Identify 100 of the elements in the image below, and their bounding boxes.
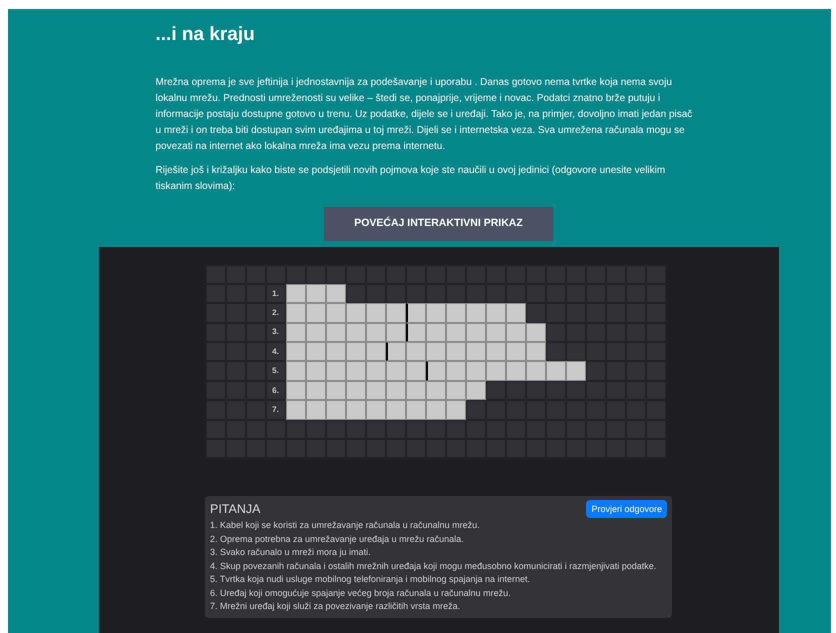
letter-input[interactable] bbox=[326, 380, 346, 400]
blocked-cell bbox=[266, 264, 286, 284]
letter-input[interactable] bbox=[426, 322, 446, 342]
blocked-cell bbox=[326, 264, 346, 284]
enlarge-button[interactable]: POVEĆAJ INTERAKTIVNI PRIKAZ bbox=[324, 206, 553, 240]
question-text: 7. Mrežni uređaj koji služi za povezivanje različitih vrsta mreža. bbox=[210, 600, 462, 614]
body-paragraph: Mrežna oprema je sve jeftinija i jednostavnija za podešavanje i uporabu . Danas gotovo nema tvrtke koja nema svoju lokalnu mrežu. Prednosti umreženosti su velike – štedi se, ponajprije, vrijeme i novac. Podatci znatno brže putuju i informacije postaju dostupne gotovo u trenu. Uz podatke, dijele se i uređaji. Tako je, na primjer, dovoljno imati jedan pisač u mreži i on treba biti dostupan svim uređajima u toj mreži. Dijeli se i internetska veza. Sva umrežena računala mogu se povezati na internet ako lokalna mreža ima vezu prema internetu. bbox=[156, 76, 694, 154]
letter-input[interactable] bbox=[366, 380, 386, 400]
blocked-cell bbox=[546, 303, 566, 323]
letter-input[interactable] bbox=[386, 322, 406, 342]
body-paragraph: Riješite još i križaljku kako biste se podsjetili novih pojmova koje ste naučili u ovoj jedinici (odgovore unesite velikim tiskanim slovima): bbox=[156, 164, 666, 194]
letter-input[interactable] bbox=[406, 380, 426, 400]
letter-input[interactable] bbox=[326, 400, 346, 420]
blocked-cell bbox=[546, 322, 566, 342]
letter-input[interactable] bbox=[506, 322, 526, 342]
blocked-cell bbox=[286, 420, 306, 440]
blocked-cell bbox=[546, 342, 566, 362]
letter-input[interactable] bbox=[526, 322, 546, 342]
clue-number: 2. bbox=[266, 303, 286, 323]
letter-input[interactable] bbox=[306, 322, 326, 342]
letter-input[interactable] bbox=[286, 284, 306, 304]
blocked-cell bbox=[426, 284, 446, 304]
letter-input[interactable] bbox=[306, 284, 326, 304]
letter-input[interactable] bbox=[386, 361, 406, 381]
letter-input[interactable] bbox=[286, 400, 306, 420]
letter-input[interactable] bbox=[366, 361, 386, 381]
letter-input[interactable] bbox=[406, 342, 426, 362]
letter-input[interactable] bbox=[326, 342, 346, 362]
letter-input[interactable] bbox=[306, 361, 326, 381]
letter-input[interactable] bbox=[386, 400, 406, 420]
letter-input[interactable] bbox=[406, 361, 426, 381]
blocked-cell bbox=[266, 420, 286, 440]
letter-input[interactable] bbox=[286, 303, 306, 323]
blocked-cell bbox=[566, 342, 586, 362]
letter-input[interactable] bbox=[386, 303, 406, 323]
letter-input[interactable] bbox=[506, 361, 526, 381]
letter-input[interactable] bbox=[466, 342, 486, 362]
letter-input[interactable] bbox=[366, 342, 386, 362]
letter-input[interactable] bbox=[286, 322, 306, 342]
letter-input[interactable] bbox=[426, 380, 446, 400]
letter-input[interactable] bbox=[326, 322, 346, 342]
blocked-cell bbox=[506, 380, 526, 400]
letter-input[interactable] bbox=[486, 303, 506, 323]
letter-input[interactable] bbox=[466, 361, 486, 381]
letter-input[interactable] bbox=[286, 380, 306, 400]
letter-input[interactable] bbox=[346, 361, 366, 381]
clue-number: 1. bbox=[266, 284, 286, 304]
blocked-cell bbox=[586, 342, 606, 362]
letter-input[interactable] bbox=[446, 380, 466, 400]
letter-input[interactable] bbox=[346, 380, 366, 400]
clue-number: 5. bbox=[266, 361, 286, 381]
letter-input[interactable] bbox=[426, 400, 446, 420]
letter-input[interactable] bbox=[466, 380, 486, 400]
letter-input[interactable] bbox=[446, 361, 466, 381]
letter-input[interactable] bbox=[466, 322, 486, 342]
blocked-cell bbox=[586, 380, 606, 400]
letter-input[interactable] bbox=[466, 303, 486, 323]
blocked-cell bbox=[306, 420, 326, 440]
letter-input[interactable] bbox=[486, 361, 506, 381]
letter-input[interactable] bbox=[346, 322, 366, 342]
letter-input[interactable] bbox=[306, 342, 326, 362]
letter-input[interactable] bbox=[326, 361, 346, 381]
letter-input[interactable] bbox=[306, 380, 326, 400]
letter-input[interactable] bbox=[426, 342, 446, 362]
letter-input[interactable] bbox=[306, 303, 326, 323]
letter-input[interactable] bbox=[526, 361, 546, 381]
letter-input[interactable] bbox=[346, 303, 366, 323]
letter-input[interactable] bbox=[446, 322, 466, 342]
letter-input[interactable] bbox=[286, 361, 306, 381]
letter-input[interactable] bbox=[366, 322, 386, 342]
letter-input[interactable] bbox=[446, 400, 466, 420]
blocked-cell bbox=[526, 284, 546, 304]
letter-input[interactable] bbox=[546, 361, 566, 381]
letter-input[interactable] bbox=[506, 342, 526, 362]
letter-input[interactable] bbox=[306, 400, 326, 420]
letter-input[interactable] bbox=[406, 400, 426, 420]
letter-input[interactable] bbox=[366, 400, 386, 420]
letter-input[interactable] bbox=[286, 342, 306, 362]
blocked-cell bbox=[446, 284, 466, 304]
letter-input[interactable] bbox=[446, 342, 466, 362]
letter-input[interactable] bbox=[486, 322, 506, 342]
letter-input[interactable] bbox=[426, 303, 446, 323]
blocked-cell bbox=[526, 380, 546, 400]
letter-input[interactable] bbox=[566, 361, 586, 381]
letter-input[interactable] bbox=[346, 342, 366, 362]
letter-input[interactable] bbox=[506, 303, 526, 323]
blocked-cell bbox=[346, 264, 366, 284]
letter-input[interactable] bbox=[486, 342, 506, 362]
letter-input[interactable] bbox=[406, 303, 426, 323]
letter-input[interactable] bbox=[326, 284, 346, 304]
letter-input[interactable] bbox=[386, 380, 406, 400]
check-answers-button[interactable]: Provjeri odgovore bbox=[586, 500, 667, 518]
letter-input[interactable] bbox=[366, 303, 386, 323]
letter-input[interactable] bbox=[426, 361, 446, 381]
letter-input[interactable] bbox=[406, 322, 426, 342]
letter-input[interactable] bbox=[386, 342, 406, 362]
letter-input[interactable] bbox=[526, 342, 546, 362]
letter-input[interactable] bbox=[346, 400, 366, 420]
letter-input[interactable] bbox=[326, 303, 346, 323]
letter-input[interactable] bbox=[446, 303, 466, 323]
